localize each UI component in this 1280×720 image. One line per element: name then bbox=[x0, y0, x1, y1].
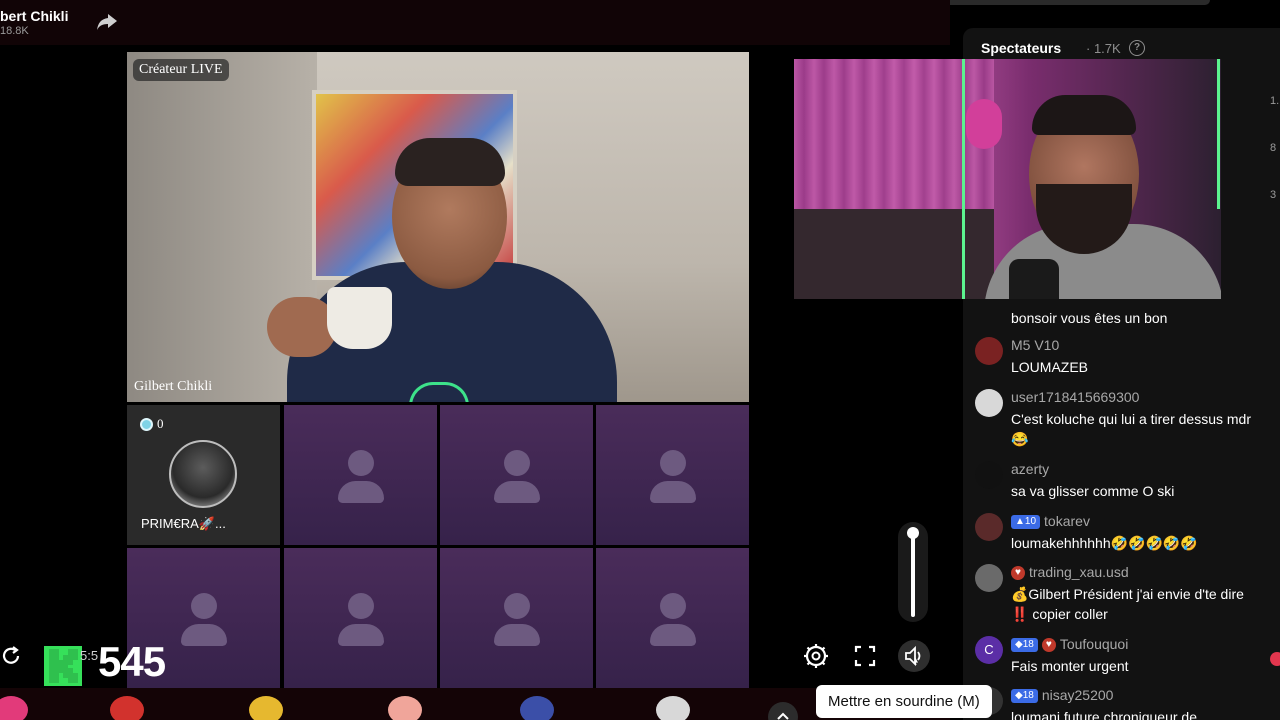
refresh-icon[interactable] bbox=[0, 645, 22, 667]
share-icon[interactable] bbox=[96, 12, 118, 32]
chat-text: loumakehhhhhh🤣🤣🤣🤣🤣 bbox=[1011, 535, 1198, 551]
person-placeholder-icon bbox=[660, 450, 686, 476]
mute-tooltip: Mettre en sourdine (M) bbox=[816, 685, 992, 718]
guest-coin-count: 0 bbox=[157, 416, 164, 431]
volume-handle[interactable] bbox=[907, 527, 919, 539]
avatar[interactable] bbox=[975, 564, 1003, 592]
volume-level bbox=[911, 531, 915, 617]
clipped-edge-numbers: 1. 8 3 bbox=[1270, 95, 1280, 201]
chevron-up-icon bbox=[777, 712, 789, 720]
empty-seat-tile[interactable] bbox=[284, 405, 437, 545]
level-badge: ◆18 bbox=[1011, 689, 1038, 703]
expand-gifts-button[interactable] bbox=[768, 702, 798, 720]
chat-text: bonsoir vous êtes un bon bbox=[1011, 310, 1168, 326]
empty-seat-tile[interactable] bbox=[440, 548, 593, 688]
fullscreen-icon[interactable] bbox=[850, 641, 880, 671]
coffee-cup bbox=[327, 287, 392, 349]
chat-text: C'est koluche qui lui a tirer dessus mdr… bbox=[1011, 411, 1251, 447]
avatar[interactable] bbox=[975, 513, 1003, 541]
help-icon[interactable]: ? bbox=[1129, 40, 1145, 56]
chat-text: 💰Gilbert Président j'ai envie d'te dire … bbox=[1011, 586, 1244, 622]
coin-icon bbox=[140, 418, 153, 431]
chat-username[interactable]: ♥ trading_xau.usd bbox=[1011, 564, 1129, 580]
mute-button[interactable] bbox=[898, 640, 930, 672]
person-placeholder-icon bbox=[660, 593, 686, 619]
level-badge: ◆18 bbox=[1011, 638, 1038, 652]
globe-gift-icon[interactable] bbox=[520, 696, 554, 720]
chat-username[interactable]: ◆18 ♥ Toufouquoi bbox=[1011, 636, 1128, 652]
empty-seat-tile[interactable] bbox=[596, 405, 749, 545]
mascot-figure bbox=[966, 99, 1002, 149]
live-header: bert Chikli 18.8K bbox=[0, 0, 950, 45]
dandelion-gift-icon[interactable] bbox=[656, 696, 690, 720]
speaker-icon bbox=[905, 645, 921, 667]
creator-live-tag: Créateur LIVE bbox=[133, 59, 229, 81]
guest-tile[interactable]: 0 PRIM€RA🚀... bbox=[127, 405, 280, 545]
heart-icon[interactable] bbox=[1270, 652, 1280, 666]
chat-username[interactable]: ◆18 nisay25200 bbox=[1011, 687, 1113, 703]
hand-gift-icon[interactable] bbox=[388, 696, 422, 720]
person-placeholder-icon bbox=[348, 450, 374, 476]
empty-seat-tile[interactable] bbox=[596, 548, 749, 688]
empty-seat-tile[interactable] bbox=[284, 548, 437, 688]
host-video[interactable]: Créateur LIVE Gilbert Chikli bbox=[127, 52, 749, 402]
chat-username[interactable]: M5 V10 bbox=[1011, 337, 1059, 353]
overlay-counter: 545 bbox=[98, 638, 166, 685]
strawberry-gift-icon[interactable] bbox=[110, 696, 144, 720]
heart-badge-icon: ♥ bbox=[1041, 638, 1056, 652]
microphone bbox=[1009, 259, 1059, 299]
led-strip bbox=[1217, 59, 1220, 209]
level-badge: ▲10 bbox=[1011, 515, 1041, 529]
kick-logo bbox=[44, 646, 82, 686]
led-strip bbox=[962, 59, 965, 299]
chat-text: Fais monter urgent bbox=[1011, 658, 1129, 674]
person-placeholder-icon bbox=[504, 593, 530, 619]
person-placeholder-icon bbox=[504, 450, 530, 476]
settings-gear-icon[interactable] bbox=[801, 641, 831, 671]
chat-text: loumani future chroniqueur de bbox=[1011, 709, 1198, 720]
avatar[interactable] bbox=[975, 337, 1003, 365]
host-figure-hair bbox=[395, 138, 505, 186]
viewers-title: Spectateurs bbox=[981, 40, 1062, 56]
chat-username[interactable]: user1718415669300 bbox=[1011, 389, 1139, 405]
avatar[interactable]: C bbox=[975, 636, 1003, 664]
guest-name: PRIM€RA🚀... bbox=[141, 516, 226, 531]
overlay-time: 5:5 bbox=[80, 648, 99, 663]
chat-text: sa va glisser comme O ski bbox=[1011, 483, 1175, 499]
chat-text: LOUMAZEB bbox=[1011, 359, 1089, 375]
empty-seat-tile[interactable] bbox=[440, 405, 593, 545]
avatar[interactable] bbox=[975, 461, 1003, 489]
chat-username[interactable]: azerty bbox=[1011, 461, 1049, 477]
heart-badge-icon: ♥ bbox=[1011, 566, 1025, 580]
avatar bbox=[169, 440, 237, 508]
viewers-count: · 1.7K bbox=[1086, 41, 1121, 56]
sunglasses-gift-icon[interactable] bbox=[249, 696, 283, 720]
host-username[interactable]: bert Chikli bbox=[0, 8, 68, 24]
streamer-figure-hair bbox=[1032, 95, 1136, 135]
guest-stream-video[interactable] bbox=[794, 59, 1221, 299]
follower-count: 18.8K bbox=[0, 25, 29, 37]
person-placeholder-icon bbox=[191, 593, 217, 619]
avatar[interactable] bbox=[975, 389, 1003, 417]
chat-username[interactable]: ▲10 tokarev bbox=[1011, 513, 1090, 529]
person-placeholder-icon bbox=[348, 593, 374, 619]
host-name-label: Gilbert Chikli bbox=[134, 379, 213, 394]
